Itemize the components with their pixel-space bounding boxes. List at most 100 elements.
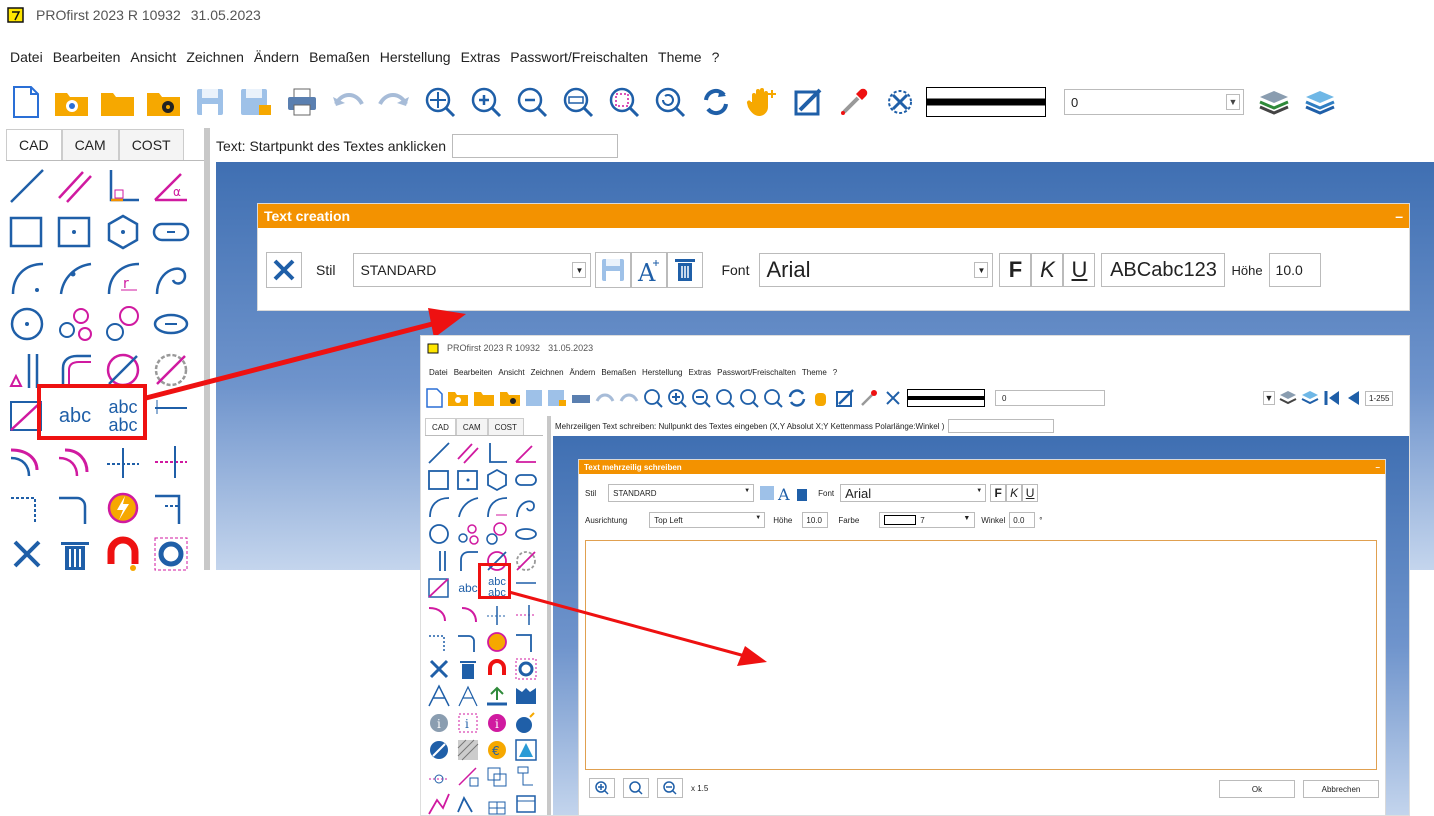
inset-menu-aendern[interactable]: Ändern bbox=[570, 368, 596, 377]
menu-aendern[interactable]: Ändern bbox=[254, 49, 299, 71]
corner-round-icon[interactable] bbox=[454, 629, 482, 655]
print-icon[interactable] bbox=[571, 389, 591, 407]
menu-help[interactable]: ? bbox=[712, 49, 720, 71]
inset-menu-extras[interactable]: Extras bbox=[689, 368, 712, 377]
font-select[interactable]: Arial ▼ bbox=[759, 253, 994, 287]
ml-italic-button[interactable]: K bbox=[1006, 484, 1023, 502]
profile-icon[interactable] bbox=[512, 683, 540, 709]
snap-off-icon[interactable] bbox=[883, 388, 903, 408]
ml-stil-select[interactable]: STANDARD ▼ bbox=[608, 484, 755, 502]
inset-menu-passwort[interactable]: Passwort/Freischalten bbox=[717, 368, 796, 377]
print-icon[interactable] bbox=[282, 82, 322, 122]
arc-radius-icon[interactable] bbox=[483, 494, 511, 520]
menu-zeichnen[interactable]: Zeichnen bbox=[186, 49, 244, 71]
close-text-button[interactable] bbox=[266, 252, 302, 288]
underline-button[interactable]: U bbox=[1063, 253, 1096, 287]
layers-blue-icon[interactable] bbox=[1300, 82, 1340, 122]
inset-menu-herstellung[interactable]: Herstellung bbox=[642, 368, 682, 377]
inset-menu-zeichnen[interactable]: Zeichnen bbox=[531, 368, 564, 377]
menu-passwort[interactable]: Passwort/Freischalten bbox=[510, 49, 648, 71]
pipette-icon[interactable] bbox=[834, 82, 874, 122]
undo-icon[interactable] bbox=[595, 391, 615, 405]
zoom-in-icon[interactable] bbox=[667, 388, 687, 408]
arc-3point-icon[interactable] bbox=[52, 256, 98, 300]
save-as-icon[interactable] bbox=[236, 82, 276, 122]
inset-menu-bemassen[interactable]: Bemaßen bbox=[601, 368, 636, 377]
ok-button[interactable]: Ok bbox=[1219, 780, 1295, 798]
zoom-scale-button[interactable] bbox=[623, 778, 649, 798]
circles-icon[interactable] bbox=[454, 521, 482, 547]
parallel-line-icon[interactable] bbox=[52, 164, 98, 208]
trim-icon[interactable] bbox=[100, 440, 146, 484]
perpendicular-icon[interactable] bbox=[483, 440, 511, 466]
circle-cross-dashed-icon[interactable] bbox=[512, 548, 540, 574]
tab-cad[interactable]: CAD bbox=[6, 129, 62, 160]
font-add-icon[interactable]: A bbox=[776, 484, 794, 502]
inset-tab-cost[interactable]: COST bbox=[487, 418, 524, 435]
ml-bold-button[interactable]: F bbox=[990, 484, 1007, 502]
ml-ausrichtung-select[interactable]: Top Left ▼ bbox=[649, 512, 766, 528]
magnet-icon[interactable] bbox=[100, 532, 146, 576]
arc-join-icon[interactable] bbox=[425, 602, 453, 628]
menu-bemassen[interactable]: Bemaßen bbox=[309, 49, 370, 71]
zoom-previous-icon[interactable] bbox=[650, 82, 690, 122]
flash-icon[interactable] bbox=[100, 486, 146, 530]
slot-icon[interactable] bbox=[512, 467, 540, 493]
rectangle-icon[interactable] bbox=[425, 467, 453, 493]
open-folder-icon[interactable] bbox=[473, 389, 495, 407]
first-icon[interactable] bbox=[1323, 389, 1341, 407]
delete-square-icon[interactable] bbox=[788, 82, 828, 122]
cancel-button[interactable]: Abbrechen bbox=[1303, 780, 1379, 798]
inset-menu-ansicht[interactable]: Ansicht bbox=[498, 368, 524, 377]
ml-farbe-select[interactable]: 7 ▼ bbox=[879, 512, 976, 528]
refresh-icon[interactable] bbox=[696, 82, 736, 122]
delete-style-button[interactable] bbox=[667, 252, 704, 288]
angle-line-icon[interactable]: α bbox=[148, 164, 194, 208]
frame-icon[interactable] bbox=[512, 791, 540, 815]
arc-icon[interactable] bbox=[4, 256, 50, 300]
tree-icon[interactable] bbox=[512, 764, 540, 790]
tab-cam[interactable]: CAM bbox=[61, 129, 119, 160]
menu-theme[interactable]: Theme bbox=[658, 49, 702, 71]
arc-3point-icon[interactable] bbox=[454, 494, 482, 520]
font-outline-icon[interactable] bbox=[425, 683, 453, 709]
inset-menu-datei[interactable]: Datei bbox=[429, 368, 448, 377]
hoehe-input[interactable]: 10.0 bbox=[1268, 253, 1321, 287]
menu-datei[interactable]: Datei bbox=[10, 49, 43, 71]
pan-hand-icon[interactable] bbox=[742, 82, 782, 122]
new-style-button[interactable]: A bbox=[631, 252, 668, 288]
prompt-input[interactable] bbox=[452, 134, 619, 158]
inset-tab-cad[interactable]: CAD bbox=[425, 418, 456, 435]
pattern-icon[interactable] bbox=[454, 764, 482, 790]
zoom-previous-icon[interactable] bbox=[763, 388, 783, 408]
circles-icon[interactable] bbox=[52, 302, 98, 346]
zoom-out-button[interactable] bbox=[657, 778, 683, 798]
inset-tab-cam[interactable]: CAM bbox=[455, 418, 488, 435]
tab-cost[interactable]: COST bbox=[118, 129, 184, 160]
trash-icon[interactable] bbox=[52, 532, 98, 576]
zoom-window-icon[interactable] bbox=[604, 82, 644, 122]
ml-winkel-input[interactable]: 0.0 bbox=[1009, 512, 1036, 528]
upload-icon[interactable] bbox=[483, 683, 511, 709]
trash-icon[interactable] bbox=[454, 656, 482, 682]
delete-cross-icon[interactable] bbox=[425, 656, 453, 682]
circle-tangent-icon[interactable] bbox=[483, 521, 511, 547]
delete-cross-icon[interactable] bbox=[4, 532, 50, 576]
font-icon[interactable] bbox=[454, 683, 482, 709]
delete-square-icon[interactable] bbox=[835, 388, 855, 408]
diagonal-box-icon[interactable] bbox=[425, 575, 453, 601]
ring-select-icon[interactable] bbox=[148, 532, 194, 576]
menu-bearbeiten[interactable]: Bearbeiten bbox=[53, 49, 121, 71]
corner-icon[interactable] bbox=[4, 486, 50, 530]
zoom-in-icon[interactable] bbox=[466, 82, 506, 122]
info-magenta-icon[interactable]: i bbox=[483, 710, 511, 736]
line-style-swatch[interactable] bbox=[907, 389, 985, 407]
range-field[interactable]: 1-255 bbox=[1365, 390, 1394, 406]
line-tool-icon[interactable] bbox=[4, 164, 50, 208]
triangle-box-icon[interactable] bbox=[512, 737, 540, 763]
info-box-icon[interactable]: i bbox=[454, 710, 482, 736]
menu-extras[interactable]: Extras bbox=[461, 49, 501, 71]
extend-icon[interactable] bbox=[148, 440, 194, 484]
save-style-button[interactable] bbox=[595, 252, 632, 288]
menu-herstellung[interactable]: Herstellung bbox=[380, 49, 451, 71]
